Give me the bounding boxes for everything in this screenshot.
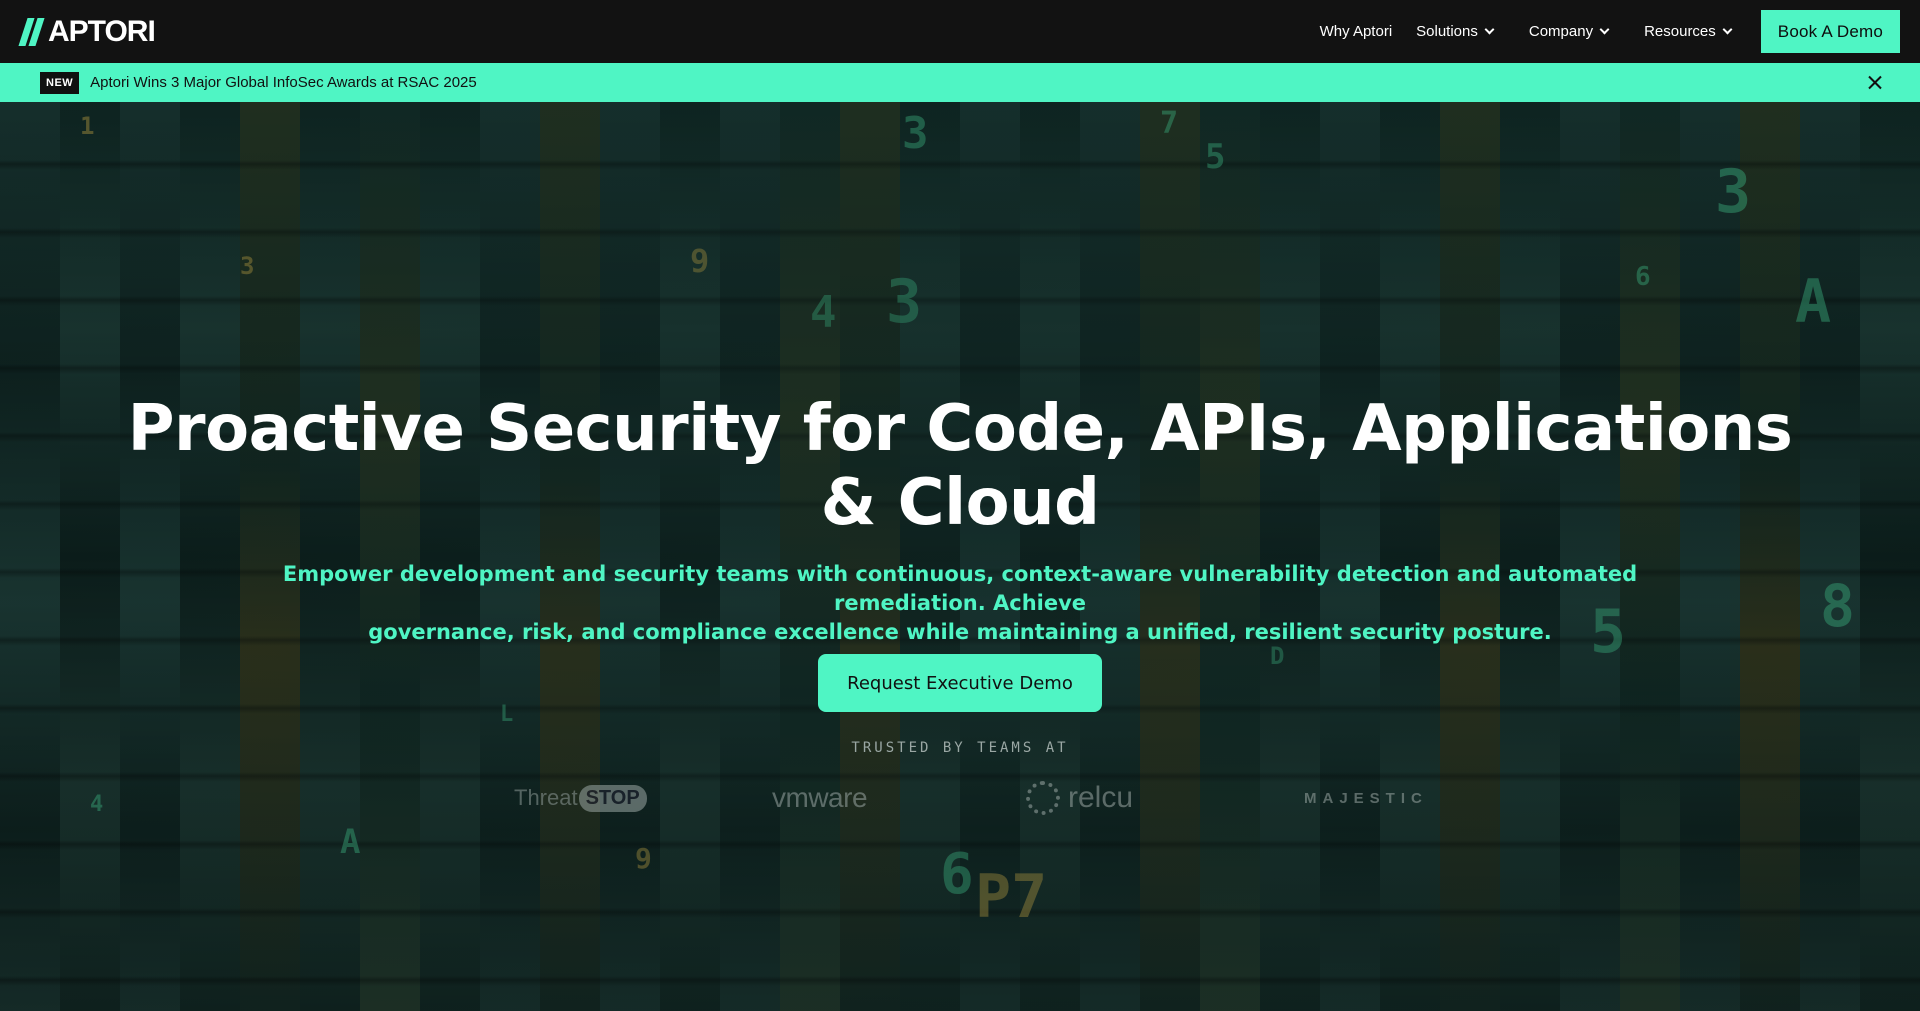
- nav-item-why-aptori[interactable]: Why Aptori: [1320, 23, 1393, 40]
- announcement-bar: NEW Aptori Wins 3 Major Global InfoSec A…: [0, 63, 1920, 102]
- chevron-down-icon: [1599, 24, 1610, 35]
- relcu-logo-text: relcu: [1068, 781, 1134, 814]
- chevron-down-icon: [1484, 24, 1495, 35]
- nav-item-label: Why Aptori: [1319, 23, 1393, 40]
- hero-headline: Proactive Security for Code, APIs, Appli…: [0, 392, 1920, 540]
- nav-item-label: Resources: [1644, 23, 1716, 40]
- threatstop-logo: Threat STOP: [514, 780, 647, 816]
- threatstop-logo-text-b: STOP: [578, 784, 647, 812]
- book-demo-button[interactable]: Book A Demo: [1760, 10, 1900, 53]
- nav-item-company[interactable]: Company: [1528, 23, 1610, 40]
- logo-slash-mark-icon: [18, 17, 45, 46]
- hero-headline-line2: & Cloud: [820, 466, 1100, 540]
- request-executive-demo-button[interactable]: Request Executive Demo: [818, 654, 1102, 712]
- hero-subheadline-line1: Empower development and security teams w…: [282, 562, 1638, 615]
- hero-subheadline: Empower development and security teams w…: [230, 560, 1690, 647]
- aptori-logo[interactable]: APTORI: [18, 14, 156, 49]
- vmware-logo-text: vmware: [772, 782, 868, 813]
- nav-item-label: Solutions: [1416, 23, 1478, 40]
- hero-content: Proactive Security for Code, APIs, Appli…: [0, 102, 1920, 1011]
- relcu-circle-icon: [1026, 781, 1060, 815]
- relcu-logo: relcu: [1026, 780, 1133, 816]
- nav-item-resources[interactable]: Resources: [1644, 23, 1733, 40]
- nav-links: Why Aptori Solutions Company Resources B…: [1320, 0, 1900, 63]
- hero-headline-line1: Proactive Security for Code, APIs, Appli…: [127, 392, 1793, 466]
- chevron-down-icon: [1722, 24, 1733, 35]
- hero-section: 3 7 3 5 9 3 4 3 6 A 1 5 8 L 6 P7 A 4 D 9…: [0, 102, 1920, 1011]
- client-logos: Threat STOP vmware relcu MAJESTIC: [0, 774, 1920, 824]
- top-navigation: APTORI Why Aptori Solutions Company Reso…: [0, 0, 1920, 63]
- nav-item-solutions[interactable]: Solutions: [1416, 23, 1495, 40]
- logo-text: APTORI: [48, 14, 156, 48]
- nav-item-label: Company: [1528, 23, 1594, 40]
- close-icon[interactable]: [1867, 75, 1882, 90]
- announcement-link[interactable]: Aptori Wins 3 Major Global InfoSec Award…: [90, 74, 477, 91]
- hero-subheadline-line2: governance, risk, and compliance excelle…: [368, 620, 1552, 644]
- trusted-by-label: TRUSTED BY TEAMS AT: [851, 740, 1069, 756]
- new-badge: NEW: [40, 71, 80, 94]
- vmware-logo: vmware: [772, 780, 868, 816]
- threatstop-logo-text-a: Threat: [514, 785, 578, 810]
- majestic-logo-text: MAJESTIC: [1304, 789, 1428, 807]
- majestic-logo: MAJESTIC: [1304, 780, 1428, 816]
